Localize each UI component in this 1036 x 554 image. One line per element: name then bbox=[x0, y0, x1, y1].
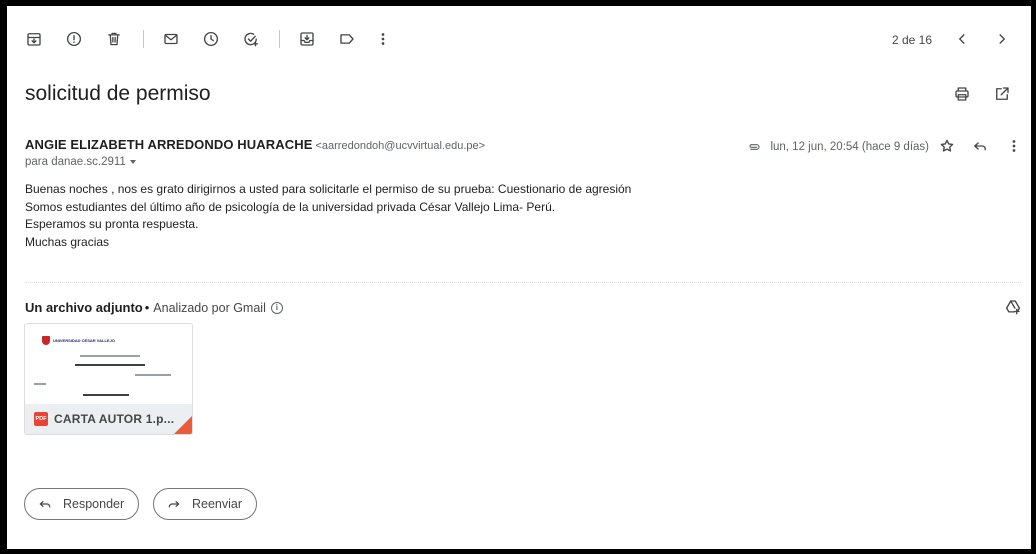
attachment-clip-icon bbox=[744, 137, 764, 157]
attachment-divider bbox=[25, 282, 1021, 283]
attachment-footer: PDF CARTA AUTOR 1.p... bbox=[25, 404, 192, 434]
report-spam-icon[interactable] bbox=[64, 29, 84, 49]
message-meta: lun, 12 jun, 20:54 (hace 9 días) bbox=[744, 137, 929, 157]
archive-icon[interactable] bbox=[24, 29, 44, 49]
open-new-window-icon[interactable] bbox=[992, 84, 1012, 104]
more-vert-icon[interactable] bbox=[373, 29, 393, 49]
scan-status: Analizado por Gmail bbox=[153, 300, 266, 315]
attachments-dot: • bbox=[144, 300, 150, 315]
pdf-icon: PDF bbox=[34, 412, 48, 426]
page-corner-fold bbox=[174, 416, 192, 434]
sender-line: ANGIE ELIZABETH ARREDONDO HUARACHE <aarre… bbox=[25, 137, 485, 152]
pdf-preview: UNIVERSIDAD CÉSAR VALLEJO bbox=[25, 324, 192, 406]
email-view: 2 de 16 solicitud de permiso ANGIE ELIZA… bbox=[7, 6, 1031, 549]
body-line: Somos estudiantes del último año de psic… bbox=[25, 199, 556, 214]
body-line: Buenas noches , nos es grato dirigirnos … bbox=[25, 182, 632, 196]
label-icon[interactable] bbox=[337, 29, 357, 49]
newer-chevron-left-icon[interactable] bbox=[952, 29, 972, 49]
info-icon[interactable]: i bbox=[270, 301, 283, 314]
preview-line bbox=[135, 374, 171, 376]
forward-arrow-icon bbox=[168, 500, 180, 508]
attachments-header: Un archivo adjunto • Analizado por Gmail… bbox=[25, 300, 283, 315]
reply-arrow-icon bbox=[39, 500, 51, 508]
print-icon[interactable] bbox=[952, 84, 972, 104]
recipient-text: para danae.sc.2911 bbox=[25, 156, 126, 168]
logo-text: UNIVERSIDAD CÉSAR VALLEJO bbox=[53, 338, 115, 343]
attachments-title: Un archivo adjunto bbox=[25, 300, 143, 315]
sender-email: <aarredondoh@ucvvirtual.edu.pe> bbox=[315, 140, 486, 152]
email-body: Buenas noches , nos es grato dirigirnos … bbox=[25, 181, 631, 251]
email-subject: solicitud de permiso bbox=[25, 82, 211, 105]
message-date: lun, 12 jun, 20:54 (hace 9 días) bbox=[770, 141, 929, 153]
sender-name[interactable]: ANGIE ELIZABETH ARREDONDO HUARACHE bbox=[25, 137, 312, 152]
recipient-toggle[interactable]: para danae.sc.2911 bbox=[25, 156, 136, 168]
body-line: Esperamos su pronta respuesta. bbox=[25, 217, 199, 231]
toolbar-separator bbox=[143, 30, 144, 48]
delete-icon[interactable] bbox=[104, 29, 124, 49]
message-more-vert-icon[interactable] bbox=[1004, 136, 1024, 156]
star-icon[interactable] bbox=[937, 136, 957, 156]
snooze-icon[interactable] bbox=[201, 29, 221, 49]
preview-line bbox=[83, 394, 129, 396]
attachment-filename: CARTA AUTOR 1.p... bbox=[54, 412, 175, 426]
forward-label: Reenviar bbox=[192, 497, 243, 511]
move-to-icon[interactable] bbox=[297, 29, 317, 49]
reply-button[interactable]: Responder bbox=[24, 488, 140, 520]
toolbar-separator bbox=[279, 30, 280, 48]
preview-line bbox=[75, 364, 145, 366]
preview-line bbox=[80, 355, 140, 357]
pagination-count: 2 de 16 bbox=[891, 33, 932, 47]
toolbar: 2 de 16 bbox=[7, 6, 1031, 60]
preview-line bbox=[34, 383, 46, 385]
add-to-drive-icon[interactable] bbox=[1003, 297, 1023, 317]
reply-icon[interactable] bbox=[970, 136, 990, 156]
attachment-card[interactable]: UNIVERSIDAD CÉSAR VALLEJO PDF CARTA AUTO… bbox=[24, 323, 193, 435]
add-task-icon[interactable] bbox=[241, 29, 261, 49]
university-logo bbox=[42, 336, 50, 345]
reply-label: Responder bbox=[63, 497, 125, 511]
mark-unread-icon[interactable] bbox=[161, 29, 181, 49]
forward-button[interactable]: Reenviar bbox=[153, 488, 258, 520]
body-line: Muchas gracias bbox=[25, 234, 110, 249]
older-chevron-right-icon[interactable] bbox=[992, 29, 1012, 49]
caret-down-icon bbox=[129, 159, 136, 164]
